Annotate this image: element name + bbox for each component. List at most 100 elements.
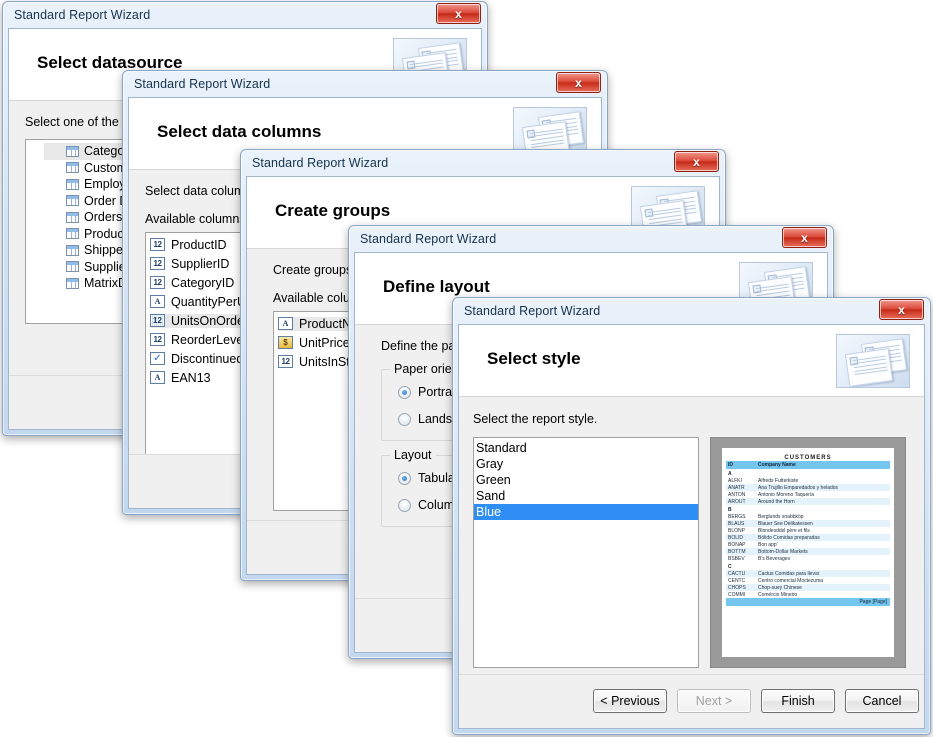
window-client-area: Select style Select the report style. [458, 324, 925, 729]
table-icon [66, 212, 79, 223]
preview-row: BONAP Bon app' [726, 541, 890, 548]
report-document-icon [836, 334, 910, 388]
preview-row: BLAUS Blauer See Delikatessen [726, 520, 890, 527]
radio-tabular[interactable]: Tabular [398, 471, 459, 485]
preview-cell-id: AROUT [726, 499, 758, 505]
wizard-window-select-style[interactable]: Standard Report Wizard x Select style [452, 297, 931, 735]
preview-cell-company: Blauer See Delikatessen [758, 521, 890, 527]
text-field-icon: A [278, 317, 293, 330]
preview-cell-company: Cactus Comidas para llevar [758, 571, 890, 577]
preview-cell-id: BOTTM [726, 549, 758, 555]
preview-cell-company: Bólido Comidas preparadas [758, 535, 890, 541]
radio-icon [398, 386, 411, 399]
close-icon[interactable]: x [556, 72, 601, 93]
style-list[interactable]: Standard Gray Green Sand Blue [473, 437, 699, 668]
list-item-label: SupplierID [171, 257, 229, 271]
preview-group-label: A [726, 469, 890, 477]
title-bar[interactable]: Standard Report Wizard x [458, 298, 925, 324]
preview-footer: Page [Page] [726, 598, 890, 606]
preview-row: CACTU Cactus Comidas para llevar [726, 570, 890, 577]
style-preview: CUSTOMERS ID Company Name A ALFKI Alfred… [710, 437, 906, 668]
preview-cell-company: Ana Trujillo Emparedados y helados [758, 485, 890, 491]
title-bar[interactable]: Standard Report Wizard x [8, 2, 482, 28]
preview-cell-id: COMMI [726, 592, 758, 598]
title-bar[interactable]: Standard Report Wizard x [246, 150, 720, 176]
boolean-field-icon: ✓ [150, 352, 165, 365]
window-title: Standard Report Wizard [134, 77, 270, 91]
preview-page: CUSTOMERS ID Company Name A ALFKI Alfred… [722, 448, 894, 657]
preview-column-headers: ID Company Name [726, 461, 890, 469]
preview-cell-company: Bon app' [758, 542, 890, 548]
page-title: Create groups [275, 201, 390, 221]
preview-cell-company: Around the Horn [758, 499, 890, 505]
title-bar[interactable]: Standard Report Wizard x [128, 71, 602, 97]
close-icon[interactable]: x [879, 299, 924, 320]
preview-group-label: C [726, 562, 890, 570]
table-icon [66, 195, 79, 206]
preview-cell-id: ANATR [726, 485, 758, 491]
style-option[interactable]: Green [474, 472, 698, 488]
preview-row: ANATR Ana Trujillo Emparedados y helados [726, 484, 890, 491]
wizard-body: Select the report style. Standard Gray G… [459, 397, 924, 728]
number-field-icon: 12 [278, 355, 293, 368]
style-option[interactable]: Gray [474, 456, 698, 472]
preview-cell-id: BOLID [726, 535, 758, 541]
table-icon [66, 261, 79, 272]
preview-cell-company: Berglunds snabbköp [758, 514, 890, 520]
preview-cell-company: Alfreds Futterkiste [758, 478, 890, 484]
list-item-label: UnitPrice [299, 336, 350, 350]
list-item-label: EAN13 [171, 371, 211, 385]
preview-cell-id: BSBEV [726, 556, 758, 562]
table-icon [66, 179, 79, 190]
preview-cell-id: CACTU [726, 571, 758, 577]
preview-cell-id: BERGS [726, 514, 758, 520]
table-icon [66, 162, 79, 173]
preview-cell-company: B's Beverages [758, 556, 890, 562]
preview-cell-id: CENTC [726, 578, 758, 584]
wizard-header: Select style [459, 325, 924, 397]
preview-row: BLONP Blondesddsl père et fils [726, 527, 890, 534]
preview-row: CENTC Centro comercial Moctezuma [726, 577, 890, 584]
preview-cell-id: CHOPS [726, 585, 758, 591]
instruction-text: Select the report style. [473, 412, 597, 426]
window-title: Standard Report Wizard [252, 156, 388, 170]
next-button[interactable]: Next > [677, 689, 751, 713]
preview-row: ANTON Antonio Moreno Taquería [726, 491, 890, 498]
text-field-icon: A [150, 371, 165, 384]
number-field-icon: 12 [150, 257, 165, 270]
preview-cell-id: ALFKI [726, 478, 758, 484]
finish-button[interactable]: Finish [761, 689, 835, 713]
available-columns-label: Available columns: [145, 212, 249, 226]
window-title: Standard Report Wizard [14, 8, 150, 22]
preview-cell-company: Comércio Mineiro [758, 592, 890, 598]
preview-cell-id: BLONP [726, 528, 758, 534]
style-option[interactable]: Standard [474, 440, 698, 456]
preview-header-id: ID [726, 462, 758, 468]
close-icon[interactable]: x [436, 3, 481, 24]
style-option[interactable]: Sand [474, 488, 698, 504]
table-icon [66, 146, 79, 157]
preview-row: BSBEV B's Beverages [726, 555, 890, 562]
preview-group-label: B [726, 505, 890, 513]
page-title: Select style [487, 349, 581, 369]
radio-icon [398, 499, 411, 512]
window-title: Standard Report Wizard [464, 304, 600, 318]
close-icon[interactable]: x [782, 227, 827, 248]
close-icon[interactable]: x [674, 151, 719, 172]
page-title: Select data columns [157, 122, 321, 142]
button-bar: < Previous Next > Finish Cancel [459, 674, 924, 728]
preview-row: BOLID Bólido Comidas preparadas [726, 534, 890, 541]
preview-row: CHOPS Chop-suey Chinese [726, 584, 890, 591]
table-icon [66, 278, 79, 289]
table-icon [66, 228, 79, 239]
title-bar[interactable]: Standard Report Wizard x [354, 226, 828, 252]
preview-row: BERGS Berglunds snabbköp [726, 513, 890, 520]
list-item-label: ReorderLevel [171, 333, 246, 347]
preview-cell-id: BLAUS [726, 521, 758, 527]
style-option-selected[interactable]: Blue [474, 504, 698, 520]
double-field-icon: 12 [150, 314, 165, 327]
radio-portrait[interactable]: Portrait [398, 385, 458, 399]
number-field-icon: 12 [150, 276, 165, 289]
cancel-button[interactable]: Cancel [845, 689, 919, 713]
previous-button[interactable]: < Previous [593, 689, 667, 713]
